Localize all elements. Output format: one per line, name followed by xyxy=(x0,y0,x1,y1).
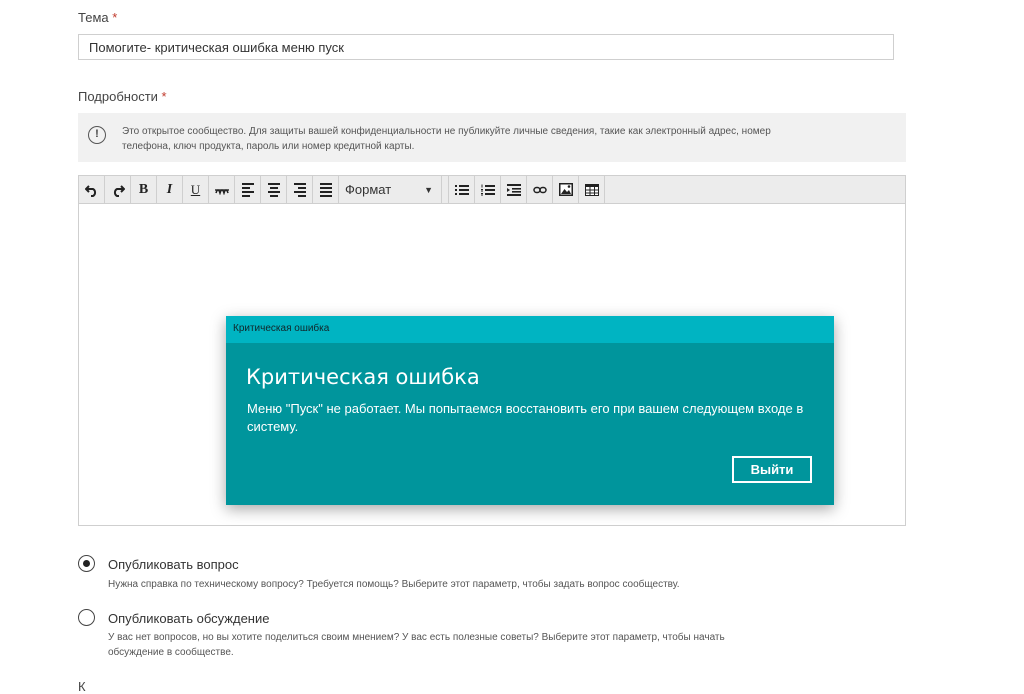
justify-icon xyxy=(319,182,332,197)
underline-icon: U xyxy=(190,181,201,197)
radio-post-discussion[interactable] xyxy=(78,609,95,626)
redo-button[interactable] xyxy=(105,176,131,203)
align-left-icon xyxy=(241,182,254,197)
privacy-notice-text: Это открытое сообщество. Для защиты ваше… xyxy=(122,126,771,152)
subject-input[interactable] xyxy=(78,34,894,60)
link-icon xyxy=(532,186,547,193)
dialog-message: Меню "Пуск" не работает. Мы попытаемся в… xyxy=(247,401,804,434)
dialog-title: Критическая ошибка xyxy=(233,323,330,334)
option-discussion-title[interactable]: Опубликовать обсуждение xyxy=(108,611,269,626)
undo-icon xyxy=(84,184,96,197)
format-dropdown-label: Формат xyxy=(345,182,392,197)
justify-button[interactable] xyxy=(313,176,339,203)
critical-error-dialog: Критическая ошибка Критическая ошибка Ме… xyxy=(226,316,834,505)
bullet-list-icon xyxy=(454,184,469,195)
info-icon: ! xyxy=(88,126,106,144)
image-button[interactable] xyxy=(553,176,579,203)
numbered-list-icon xyxy=(480,184,495,195)
editor-toolbar: B I U Формат ▼ xyxy=(79,176,905,204)
italic-icon: I xyxy=(166,181,173,197)
subject-label: Тема * xyxy=(78,10,117,25)
align-center-icon xyxy=(267,182,280,197)
table-button[interactable] xyxy=(579,176,605,203)
align-right-button[interactable] xyxy=(287,176,313,203)
undo-button[interactable] xyxy=(79,176,105,203)
option-question-description: Нужна справка по техническому вопросу? Т… xyxy=(108,579,680,590)
radio-selected-dot xyxy=(82,559,90,567)
strikethrough-button[interactable] xyxy=(209,176,235,203)
align-center-button[interactable] xyxy=(261,176,287,203)
bold-icon: B xyxy=(138,181,149,197)
table-icon xyxy=(584,183,599,196)
option-question-title[interactable]: Опубликовать вопрос xyxy=(108,557,239,572)
numbered-list-button[interactable] xyxy=(475,176,501,203)
underline-button[interactable]: U xyxy=(183,176,209,203)
radio-post-question[interactable] xyxy=(78,555,95,572)
caret-down-icon: ▼ xyxy=(424,184,433,195)
dialog-heading: Критическая ошибка xyxy=(246,365,480,389)
dialog-titlebar: Критическая ошибка xyxy=(226,316,834,343)
subject-label-text: Тема xyxy=(78,10,109,25)
indent-icon xyxy=(506,183,521,196)
required-mark: * xyxy=(112,10,118,25)
next-field-label: К xyxy=(78,679,86,694)
align-right-icon xyxy=(293,182,306,197)
strikethrough-icon xyxy=(214,188,229,195)
details-label-text: Подробности xyxy=(78,89,158,104)
link-button[interactable] xyxy=(527,176,553,203)
sign-out-button[interactable]: Выйти xyxy=(732,456,812,483)
image-icon xyxy=(558,183,573,196)
bullet-list-button[interactable] xyxy=(449,176,475,203)
bold-button[interactable]: B xyxy=(131,176,157,203)
format-dropdown[interactable]: Формат ▼ xyxy=(339,176,442,203)
details-label: Подробности * xyxy=(78,89,167,104)
italic-button[interactable]: I xyxy=(157,176,183,203)
redo-icon xyxy=(113,184,125,197)
option-discussion-description: У вас нет вопросов, но вы хотите поделит… xyxy=(108,632,725,658)
indent-button[interactable] xyxy=(501,176,527,203)
privacy-notice: ! Это открытое сообщество. Для защиты ва… xyxy=(78,113,906,162)
required-mark: * xyxy=(161,89,167,104)
align-left-button[interactable] xyxy=(235,176,261,203)
toolbar-separator xyxy=(442,176,449,203)
